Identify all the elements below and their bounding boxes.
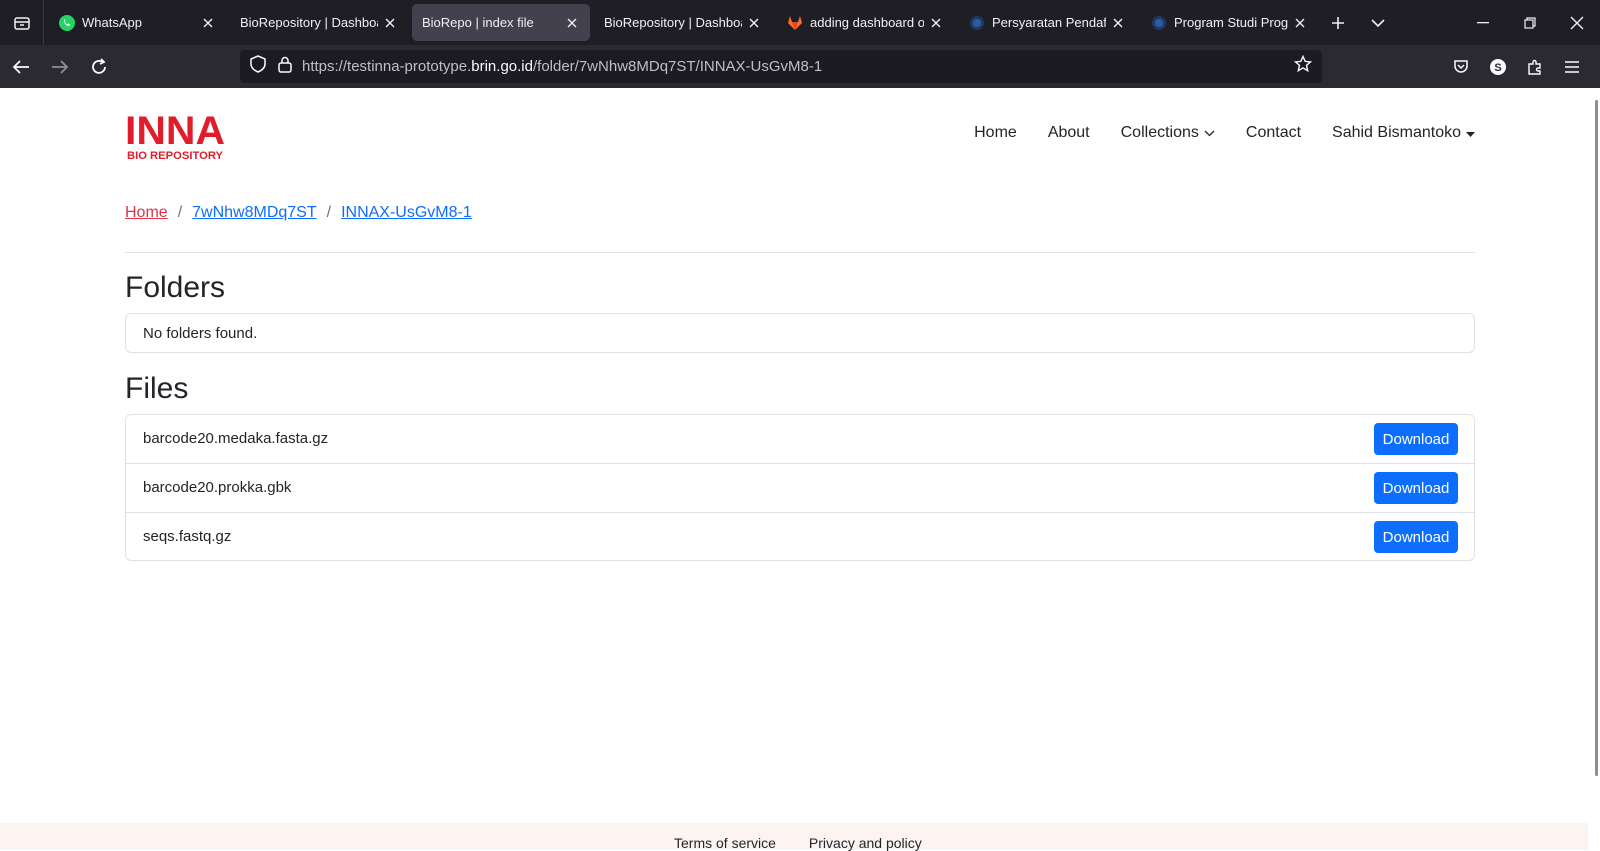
download-button[interactable]: Download	[1374, 423, 1458, 455]
restore-icon[interactable]	[1506, 0, 1553, 45]
site-footer: Terms of service Privacy and policy	[0, 823, 1588, 851]
tab-whatsapp[interactable]: WhatsApp	[48, 4, 226, 41]
close-icon[interactable]	[564, 15, 580, 31]
close-icon[interactable]	[200, 15, 216, 31]
breadcrumb-home-link[interactable]: Home	[125, 204, 168, 222]
close-icon[interactable]	[382, 15, 398, 31]
download-button[interactable]: Download	[1374, 472, 1458, 504]
extensions-puzzle-icon[interactable]	[1516, 48, 1553, 85]
chevron-down-icon[interactable]	[1358, 3, 1398, 43]
nav-about[interactable]: About	[1048, 124, 1090, 142]
whatsapp-icon	[58, 14, 76, 32]
user-dropdown[interactable]: Sahid Bismantoko	[1332, 124, 1475, 142]
nav-collections[interactable]: Collections	[1121, 124, 1215, 142]
tab-program-studi[interactable]: Program Studi Program	[1140, 4, 1318, 41]
nav-home[interactable]: Home	[974, 124, 1017, 142]
url-text[interactable]: https://testinna-prototype.brin.go.id/fo…	[302, 58, 822, 75]
close-icon[interactable]	[928, 15, 944, 31]
site-header: INNA BIO REPOSITORY Home About Collectio…	[125, 110, 1475, 170]
globe-icon	[968, 14, 986, 32]
breadcrumb-subfolder-link[interactable]: INNAX-UsGvM8-1	[341, 204, 472, 222]
folders-list: No folders found.	[125, 313, 1475, 353]
bookmark-star-icon[interactable]	[1293, 54, 1313, 78]
file-name: barcode20.prokka.gbk	[143, 479, 292, 496]
tab-title: BioRepository | Dashboard	[604, 15, 742, 30]
tab-title: WhatsApp	[82, 15, 142, 30]
browser-nav-bar: https://testinna-prototype.brin.go.id/fo…	[0, 45, 1600, 88]
inna-logo[interactable]: INNA BIO REPOSITORY	[125, 110, 229, 162]
divider	[125, 252, 1475, 253]
web-page: INNA BIO REPOSITORY Home About Collectio…	[0, 88, 1588, 851]
minimize-icon[interactable]	[1459, 0, 1506, 45]
tab-title: BioRepository | Dashboard	[240, 15, 378, 30]
tab-list-icon[interactable]	[0, 0, 44, 45]
address-bar[interactable]: https://testinna-prototype.brin.go.id/fo…	[240, 50, 1322, 83]
close-icon[interactable]	[746, 15, 762, 31]
breadcrumb-separator: /	[326, 204, 332, 221]
tab-title: BioRepo | index file	[422, 15, 534, 30]
tab-title: adding dashboard on	[810, 15, 924, 30]
forward-arrow-icon[interactable]	[41, 48, 78, 85]
files-list: barcode20.medaka.fasta.gz Download barco…	[125, 414, 1475, 561]
browser-tab-bar: WhatsApp BioRepository | Dashboard BioRe…	[0, 0, 1600, 45]
svg-text:INNA: INNA	[125, 110, 225, 153]
main-nav: Home About Collections Contact Sahid Bis…	[943, 124, 1475, 142]
files-heading: Files	[125, 372, 189, 405]
breadcrumb-folder-link[interactable]: 7wNhw8MDq7ST	[192, 204, 316, 222]
back-arrow-icon[interactable]	[2, 48, 39, 85]
breadcrumb-separator: /	[177, 204, 183, 221]
terms-of-service-link[interactable]: Terms of service	[674, 835, 776, 851]
globe-icon	[1150, 14, 1168, 32]
file-name: barcode20.medaka.fasta.gz	[143, 430, 329, 447]
privacy-policy-link[interactable]: Privacy and policy	[809, 835, 922, 851]
reload-icon[interactable]	[80, 48, 117, 85]
tab-biorepository-dashboard-2[interactable]: BioRepository | Dashboard	[594, 4, 772, 41]
new-tab-plus-icon[interactable]	[1318, 3, 1358, 43]
tab-title: Persyaratan Pendaftaran	[992, 15, 1106, 30]
chevron-down-icon	[1204, 124, 1215, 142]
close-icon[interactable]	[1292, 15, 1308, 31]
breadcrumb: Home / 7wNhw8MDq7ST / INNAX-UsGvM8-1	[125, 204, 472, 222]
gitlab-icon	[786, 14, 804, 32]
caret-down-icon	[1466, 124, 1475, 142]
tab-persyaratan[interactable]: Persyaratan Pendaftaran	[958, 4, 1136, 41]
account-avatar-icon[interactable]: S	[1479, 48, 1516, 85]
file-row: seqs.fastq.gz Download	[126, 513, 1474, 562]
page-scrollbar[interactable]	[1595, 100, 1598, 776]
pocket-icon[interactable]	[1442, 48, 1479, 85]
shield-icon[interactable]	[250, 55, 266, 78]
file-row: barcode20.medaka.fasta.gz Download	[126, 415, 1474, 464]
nav-contact[interactable]: Contact	[1246, 124, 1301, 142]
svg-text:S: S	[1494, 62, 1501, 74]
close-icon[interactable]	[1110, 15, 1126, 31]
file-row: barcode20.prokka.gbk Download	[126, 464, 1474, 513]
svg-text:BIO REPOSITORY: BIO REPOSITORY	[127, 150, 224, 162]
user-name: Sahid Bismantoko	[1332, 124, 1461, 141]
lock-icon[interactable]	[278, 56, 292, 78]
tab-gitlab[interactable]: adding dashboard on	[776, 4, 954, 41]
download-button[interactable]: Download	[1374, 521, 1458, 553]
hamburger-menu-icon[interactable]	[1553, 48, 1590, 85]
file-name: seqs.fastq.gz	[143, 528, 232, 545]
tab-title: Program Studi Program	[1174, 15, 1288, 30]
folders-heading: Folders	[125, 271, 226, 304]
folders-empty-message: No folders found.	[143, 325, 258, 342]
nav-collections-label: Collections	[1120, 124, 1199, 141]
tab-biorepository-dashboard[interactable]: BioRepository | Dashboard	[230, 4, 408, 41]
close-window-icon[interactable]	[1553, 0, 1600, 45]
tab-biorepo-index-file[interactable]: BioRepo | index file	[412, 4, 590, 41]
